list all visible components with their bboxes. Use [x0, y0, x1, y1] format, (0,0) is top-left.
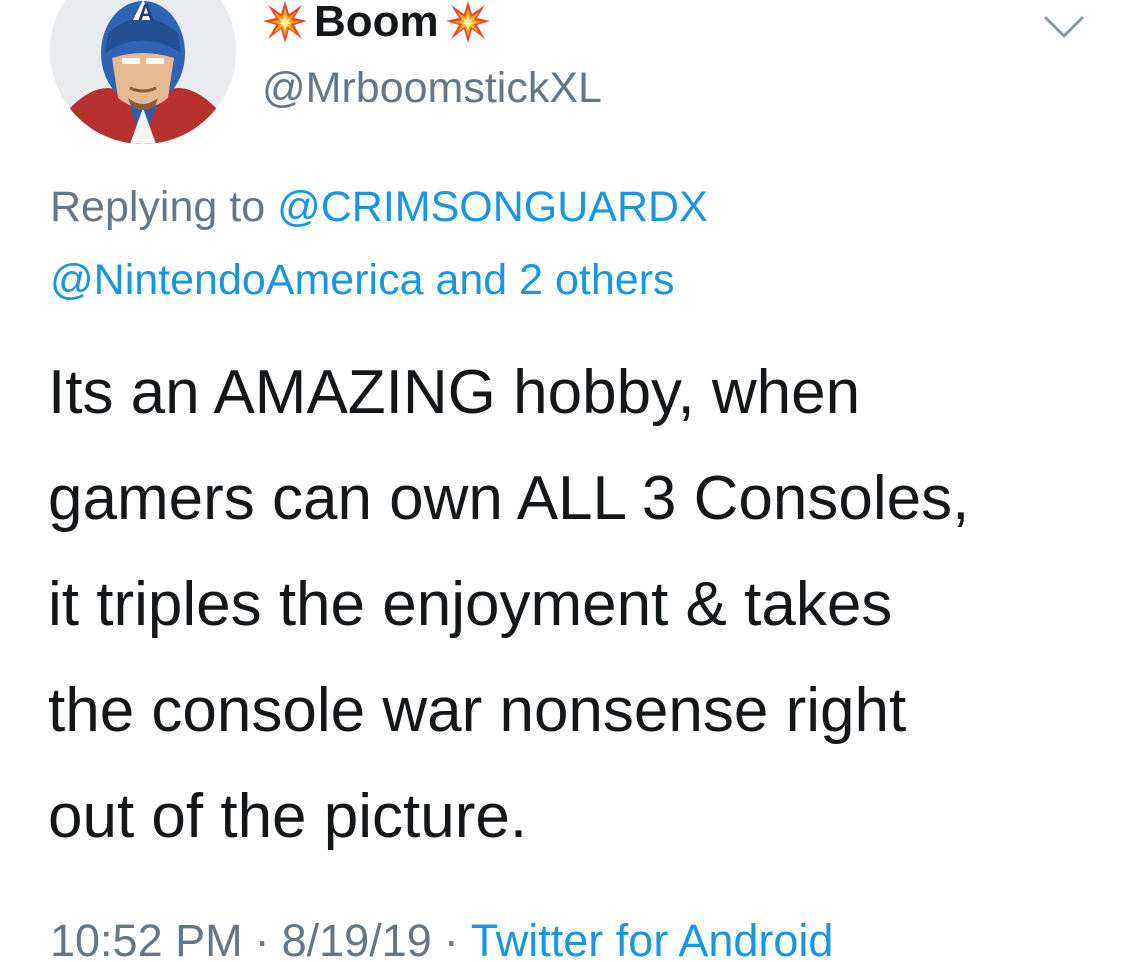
replying-to-line: Replying to @CRIMSONGUARDX [50, 181, 708, 233]
tweet-date[interactable]: 8/19/19 [282, 915, 432, 962]
tweet-text-line: the console war nonsense right [48, 676, 907, 745]
tweet-text: Its an AMAZING hobby, when gamers can ow… [48, 340, 1088, 870]
others-link[interactable]: 2 others [519, 256, 674, 304]
avatar-illustration: A [50, 0, 236, 144]
tweet-metadata: 10:52 PM · 8/19/19 · Twitter for Android [50, 913, 833, 962]
tweet-text-line: it triples the enjoyment & takes [48, 570, 893, 639]
replying-to-label: Replying to [50, 183, 266, 231]
tweet-text-line: out of the picture. [48, 782, 528, 851]
display-name: Boom [314, 0, 439, 46]
separator-dot: · [254, 915, 270, 962]
tweet-text-line: gamers can own ALL 3 Consoles, [48, 464, 970, 533]
collision-icon [445, 1, 490, 43]
svg-text:A: A [138, 0, 154, 25]
tweet: A Boom @MrboomstickXL Replying to @CRIMS… [0, 0, 1125, 962]
tweet-source-link[interactable]: Twitter for Android [471, 915, 834, 962]
separator-dot: · [443, 915, 459, 962]
user-handle[interactable]: @MrboomstickXL [262, 62, 602, 114]
chevron-down-icon[interactable] [1042, 12, 1086, 42]
mention-link-crimsonguardx[interactable]: @CRIMSONGUARDX [277, 183, 708, 231]
avatar[interactable]: A [50, 0, 236, 144]
replying-and-label: and [435, 256, 508, 304]
collision-icon [263, 1, 307, 43]
tweet-time[interactable]: 10:52 PM [50, 915, 243, 962]
mention-link-nintendoamerica[interactable]: @NintendoAmerica [50, 256, 423, 304]
replying-to-line-2: @NintendoAmerica and 2 others [50, 254, 675, 306]
tweet-text-line: Its an AMAZING hobby, when [48, 358, 861, 427]
display-name-row[interactable]: Boom [262, 0, 491, 48]
